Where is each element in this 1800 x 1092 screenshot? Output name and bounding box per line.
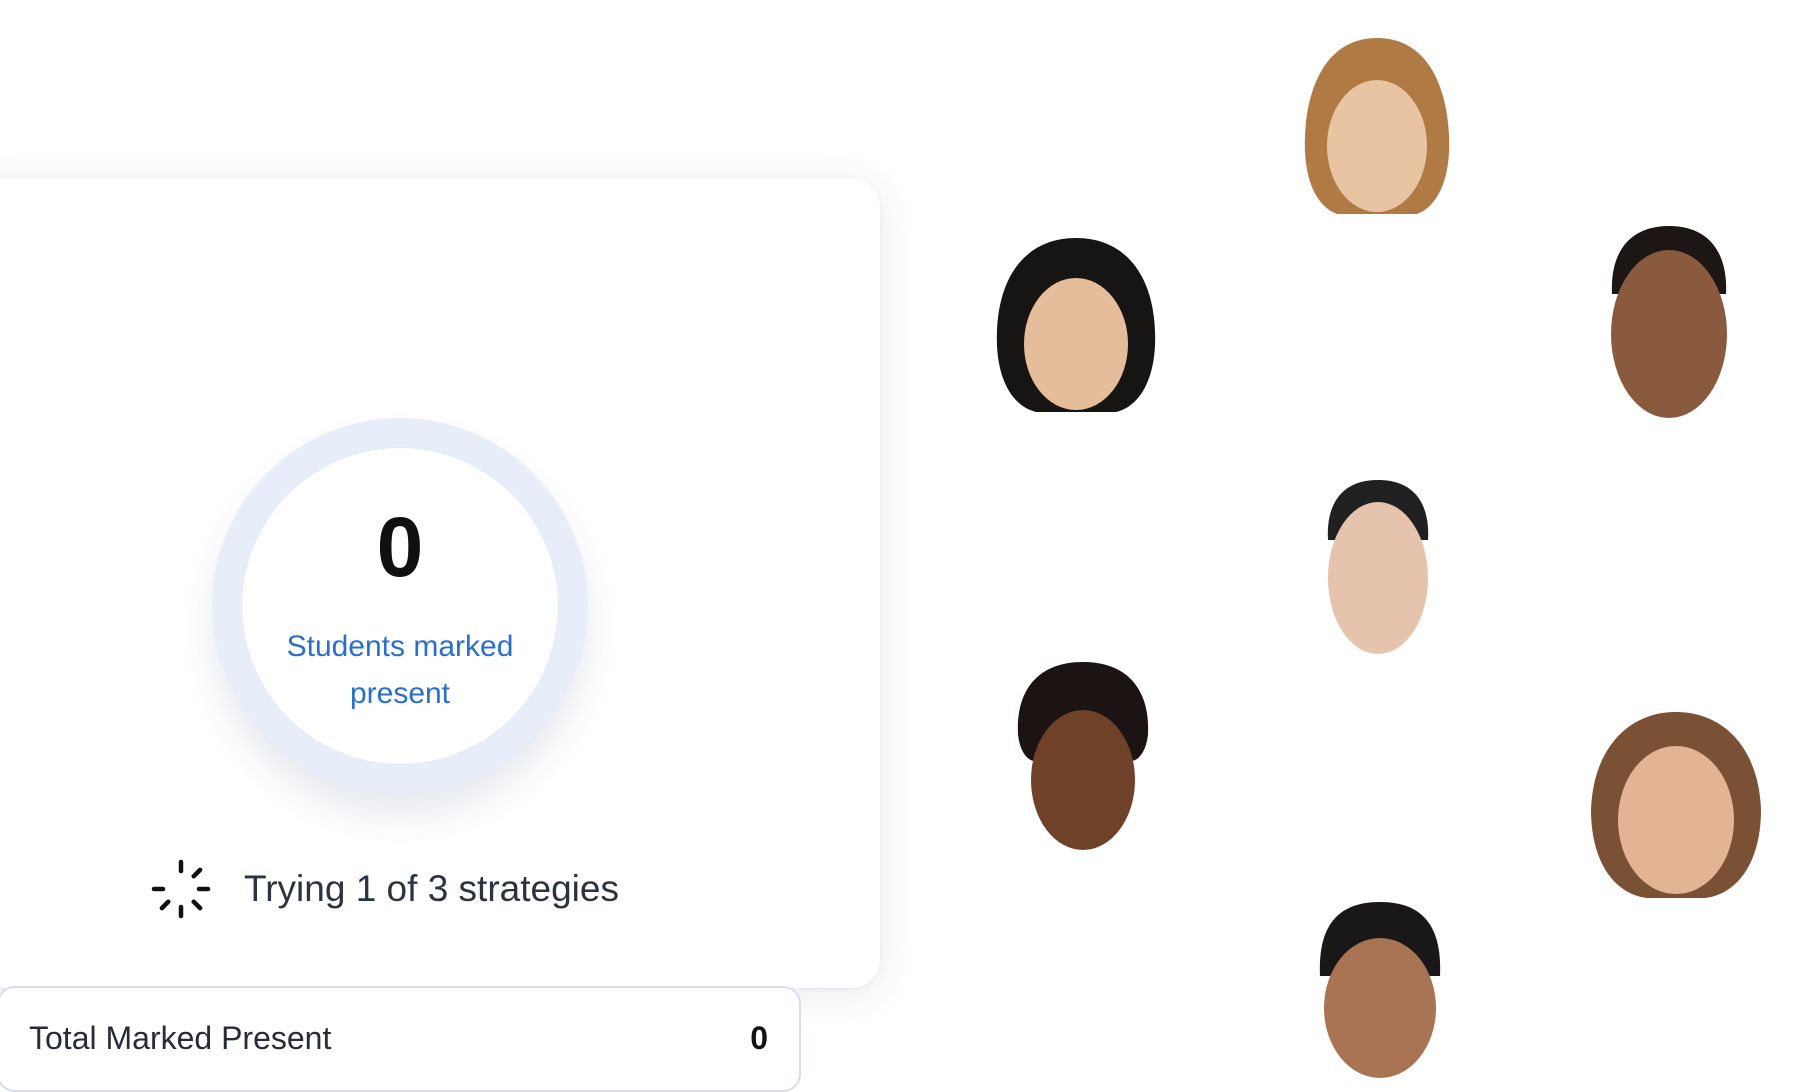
attendance-card: 0 Students marked present Trying 1 of 3 … [0,178,880,1092]
loading-spinner-icon [151,859,211,919]
total-marked-present-value: 0 [750,1020,768,1056]
student-face-photo [1611,226,1727,418]
face-skin [1024,278,1128,410]
student-face-photo [1327,480,1429,654]
students-present-caption: Students marked present [286,630,514,710]
students-present-count: 0 [376,500,424,594]
face-skin [1328,502,1428,654]
face-skin [1611,250,1727,418]
student-face-photo [1319,902,1441,1078]
student-face-photo [996,238,1156,412]
face-skin [1618,746,1734,894]
student-face-photo [1017,662,1149,850]
student-face-photo [1304,38,1450,214]
count-circle: 0 Students marked present [241,447,559,765]
status-row: Trying 1 of 3 strategies [148,856,619,922]
student-face-photo [1591,712,1761,898]
face-skin [1031,710,1135,850]
face-skin [1327,80,1427,212]
face-skin [1324,938,1436,1078]
total-marked-present-label: Total Marked Present [29,1020,332,1056]
total-marked-present-box: Total Marked Present 0 [0,986,801,1092]
status-text: Trying 1 of 3 strategies [244,868,619,909]
